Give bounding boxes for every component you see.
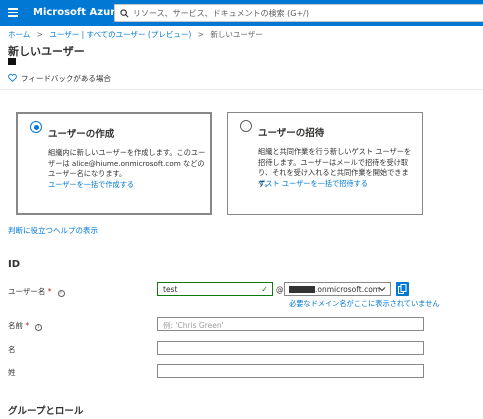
info-icon[interactable]: i (35, 324, 43, 331)
heart-icon (8, 74, 17, 83)
create-user-radio[interactable] (30, 121, 42, 133)
name-label: 名前 * i (8, 320, 43, 331)
search-icon (120, 9, 129, 18)
bulk-invite-link[interactable]: ゲスト ユーザーを一括で招待する (258, 179, 368, 189)
breadcrumb-users[interactable]: ユーザー | すべてのユーザー (プレビュー) (49, 30, 191, 39)
name-input[interactable]: 例: 'Chris Green' (157, 317, 424, 331)
copy-icon (398, 284, 407, 294)
redacted-subtitle (8, 58, 16, 65)
page-title: 新しいユーザー (8, 45, 85, 58)
top-bar: Microsoft Azure リソース、サービス、ドキュメントの検索 (G+/… (0, 0, 483, 26)
name-placeholder: 例: 'Chris Green' (163, 321, 224, 330)
invite-user-card[interactable]: ユーザーの招待 組織と共同作業を行う新しいゲスト ユーザーを招待します。ユーザー… (227, 112, 423, 215)
chevron-down-icon (378, 287, 386, 292)
card-title: ユーザーの招待 (258, 128, 325, 139)
required-mark: * (25, 321, 30, 330)
domain-missing-link[interactable]: 必要なドメイン名がここに表示されていません (289, 299, 440, 309)
invite-user-radio[interactable] (240, 120, 252, 132)
section-groups-title: グループとロール (8, 406, 84, 417)
feedback-link[interactable]: フィードバックがある場合 (8, 73, 111, 84)
last-name-label: 姓 (8, 368, 16, 377)
section-identity-title: ID (8, 259, 21, 270)
breadcrumb: ホーム > ユーザー | すべてのユーザー (プレビュー) > 新しいユーザー (8, 29, 263, 40)
at-sign: @ (276, 285, 284, 294)
last-name-input[interactable] (157, 364, 424, 378)
hamburger-menu-icon[interactable] (8, 8, 18, 17)
breadcrumb-current: 新しいユーザー (210, 30, 263, 39)
info-icon[interactable]: i (57, 290, 65, 297)
first-name-input[interactable] (157, 341, 424, 355)
domain-dropdown[interactable]: .onmicrosoft.com (284, 282, 391, 296)
card-title: ユーザーの作成 (48, 129, 115, 140)
search-placeholder: リソース、サービス、ドキュメントの検索 (G+/) (133, 9, 309, 18)
username-value: test (163, 285, 178, 294)
divider (0, 89, 483, 90)
copy-button[interactable] (396, 282, 409, 296)
redacted-domain-prefix (289, 286, 315, 293)
bulk-create-link[interactable]: ユーザーを一括で作成する (48, 180, 134, 190)
username-label: ユーザー名 * i (8, 286, 65, 297)
breadcrumb-home[interactable]: ホーム (8, 30, 30, 39)
username-input[interactable]: test ✓ (157, 282, 273, 296)
breadcrumb-separator: > (36, 30, 43, 39)
search-box[interactable]: リソース、サービス、ドキュメントの検索 (G+/) (114, 4, 483, 22)
brand-title[interactable]: Microsoft Azure (33, 7, 122, 18)
breadcrumb-separator: > (197, 30, 204, 39)
domain-value: .onmicrosoft.com (315, 285, 381, 294)
required-mark: * (47, 287, 52, 296)
help-decide-link[interactable]: 判断に役立つヘルプの表示 (8, 225, 98, 236)
check-icon: ✓ (261, 285, 268, 294)
card-description: 組織内に新しいユーザーを作成します。このユーザーは alice@hiume.on… (48, 148, 206, 178)
feedback-label: フィードバックがある場合 (21, 74, 111, 83)
first-name-label: 名 (8, 345, 16, 354)
create-user-card[interactable]: ユーザーの作成 組織内に新しいユーザーを作成します。このユーザーは alice@… (16, 112, 212, 215)
